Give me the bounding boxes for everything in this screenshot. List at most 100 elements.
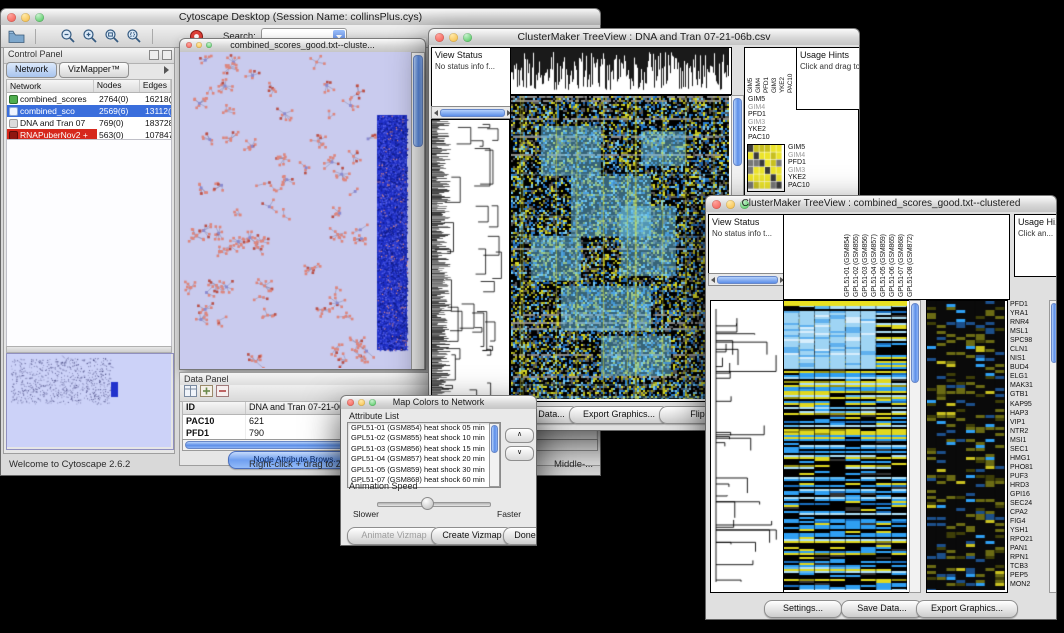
attribute-item[interactable]: GPL51-01 (GSM854) heat shock 05 min [348, 423, 490, 433]
rotated-gene-label: GIM5 [747, 49, 755, 93]
panel-splitter[interactable] [6, 346, 172, 353]
rotated-gene-labels: GIM5GIM4PFD1GIM3YKE2PAC10 [747, 49, 795, 93]
network-tree-area[interactable] [6, 139, 172, 348]
faster-label: Faster [497, 509, 521, 519]
gene-label: MAK31 [1010, 381, 1049, 390]
scrollbar-thumb[interactable] [717, 276, 778, 284]
attribute-list-scrollbar[interactable] [489, 423, 500, 487]
attribute-item[interactable]: GPL51-03 (GSM856) heat shock 15 min [348, 444, 490, 454]
heatmap-canvas[interactable] [511, 96, 729, 399]
view-status-title: View Status [712, 217, 785, 227]
tab-overflow-icon[interactable] [164, 66, 169, 74]
treeview-combined-window: ClusterMaker TreeView : combined_scores_… [705, 195, 1057, 620]
settings-button[interactable]: Settings... [764, 600, 842, 618]
move-down-button[interactable]: ∨ [505, 446, 534, 461]
network-table-header[interactable]: Network Nodes Edges [7, 80, 171, 93]
gene-label: RPN1 [1010, 553, 1049, 562]
create-vizmap-button[interactable]: Create Vizmap [431, 527, 513, 545]
cluster-gene-list: GIM5GIM4PFD1GIM3YKE2PAC10 [748, 96, 794, 142]
gene-list-scrollbar[interactable] [1049, 300, 1057, 593]
delete-attribute-icon[interactable] [216, 384, 229, 402]
view-status-box: View Status No status info f... [431, 47, 516, 110]
table-row-selected[interactable]: combined_sco 2569(6) 13112(15) [7, 105, 171, 117]
column-label: GPL51-05 (GSM859) [880, 216, 889, 297]
create-attribute-icon[interactable] [200, 384, 213, 402]
scrollbar-thumb[interactable] [413, 55, 423, 147]
float-panel-icon[interactable] [149, 50, 159, 60]
network-table: Network Nodes Edges combined_scores 2764… [6, 79, 172, 142]
column-label: GPL51-02 (GSM855) [853, 216, 862, 297]
column-dendrogram-canvas[interactable] [511, 48, 729, 92]
column-dendrogram-panel [510, 47, 732, 95]
gene-label: RNR4 [1010, 318, 1049, 327]
tab-vizmapper[interactable]: VizMapper™ [59, 62, 129, 78]
animation-speed-slider-thumb[interactable] [421, 497, 434, 510]
close-button[interactable] [347, 399, 354, 406]
export-graphics-button[interactable]: Export Graphics... [916, 600, 1018, 618]
zoom-selected-icon[interactable] [124, 28, 143, 45]
scrollbar-thumb[interactable] [1051, 303, 1057, 363]
close-button[interactable] [435, 33, 444, 42]
usage-hints-box: Usage Hints Click and drag to... [796, 47, 860, 110]
scroll-left-icon[interactable] [711, 277, 715, 283]
zoom-fit-icon[interactable] [102, 28, 121, 45]
scrollbar-thumb[interactable] [733, 98, 742, 166]
zoom-out-icon[interactable] [58, 28, 77, 45]
table-row[interactable]: combined_scores 2764(0) 16218(0) [7, 93, 171, 105]
cluster-gene-label: PAC10 [748, 134, 794, 142]
col-nodes[interactable]: Nodes [94, 80, 140, 92]
scrollbar-thumb[interactable] [440, 109, 505, 117]
move-up-button[interactable]: ∧ [505, 428, 534, 443]
secondary-heatmap-canvas[interactable] [927, 301, 1005, 590]
scroll-left-icon[interactable] [434, 110, 438, 116]
save-data-button[interactable]: Save Data... [841, 600, 923, 618]
birdseye-view [6, 353, 174, 450]
attribute-item[interactable]: GPL51-05 (GSM859) heat shock 30 min [348, 465, 490, 475]
network-canvas[interactable] [180, 52, 413, 368]
done-button[interactable]: Done [503, 527, 537, 545]
close-button[interactable] [712, 200, 721, 209]
close-button[interactable] [186, 42, 192, 48]
gene-label: HMG1 [1010, 454, 1049, 463]
heatmap-canvas[interactable] [784, 301, 907, 590]
col-id[interactable]: ID [183, 402, 246, 414]
row-dendrogram-canvas[interactable] [432, 120, 507, 399]
control-panel: Control Panel Network VizMapper™ Network… [3, 47, 175, 454]
close-panel-icon[interactable] [162, 50, 172, 60]
tab-network[interactable]: Network [6, 62, 57, 78]
col-edges[interactable]: Edges [140, 80, 171, 92]
close-button[interactable] [7, 13, 16, 22]
col-network[interactable]: Network [7, 80, 94, 92]
open-session-icon[interactable] [7, 28, 26, 45]
mini-scrollbar[interactable] [431, 106, 514, 119]
table-row[interactable]: DNA and Tran 07 769(0) 183728(0) [7, 117, 171, 129]
row-dendrogram-canvas[interactable] [711, 301, 781, 590]
heatmap-vscrollbar[interactable] [909, 300, 921, 593]
gene-label: PEP5 [1010, 571, 1049, 580]
gene-label: FIG4 [1010, 517, 1049, 526]
view-status-box: View Status No status info t... [708, 214, 789, 277]
column-label: GPL51-03 (GSM856) [862, 216, 871, 297]
gene-label: CLN1 [1010, 345, 1049, 354]
minimize-button[interactable] [196, 42, 202, 48]
treeview-combined-title: ClusterMaker TreeView : combined_scores_… [730, 198, 1032, 209]
animation-speed-slider-track[interactable] [377, 502, 491, 507]
attribute-item[interactable]: GPL51-04 (GSM857) heat shock 20 min [348, 454, 490, 464]
minimize-button[interactable] [358, 399, 365, 406]
animate-vizmap-button[interactable]: Animate Vizmap [347, 527, 441, 545]
scrollbar-thumb[interactable] [911, 303, 919, 383]
correlation-matrix-canvas[interactable] [748, 145, 782, 189]
gene-label: YSH1 [1010, 526, 1049, 535]
column-labels: GPL51-01 (GSM854)GPL51-02 (GSM855)GPL51-… [844, 216, 916, 297]
export-graphics-button[interactable]: Export Graphics... [569, 406, 669, 424]
zoom-in-icon[interactable] [80, 28, 99, 45]
scrollbar-thumb[interactable] [491, 425, 498, 453]
attribute-list: GPL51-01 (GSM854) heat shock 05 minGPL51… [347, 422, 501, 488]
birdseye-canvas[interactable] [7, 354, 171, 447]
gene-label: TCB3 [1010, 562, 1049, 571]
view-status-text: No status info f... [435, 62, 512, 71]
network-vertical-scrollbar[interactable] [411, 52, 425, 370]
attribute-item[interactable]: GPL51-02 (GSM855) heat shock 10 min [348, 433, 490, 443]
mini-scrollbar[interactable] [708, 273, 787, 286]
select-attributes-icon[interactable] [184, 384, 197, 402]
